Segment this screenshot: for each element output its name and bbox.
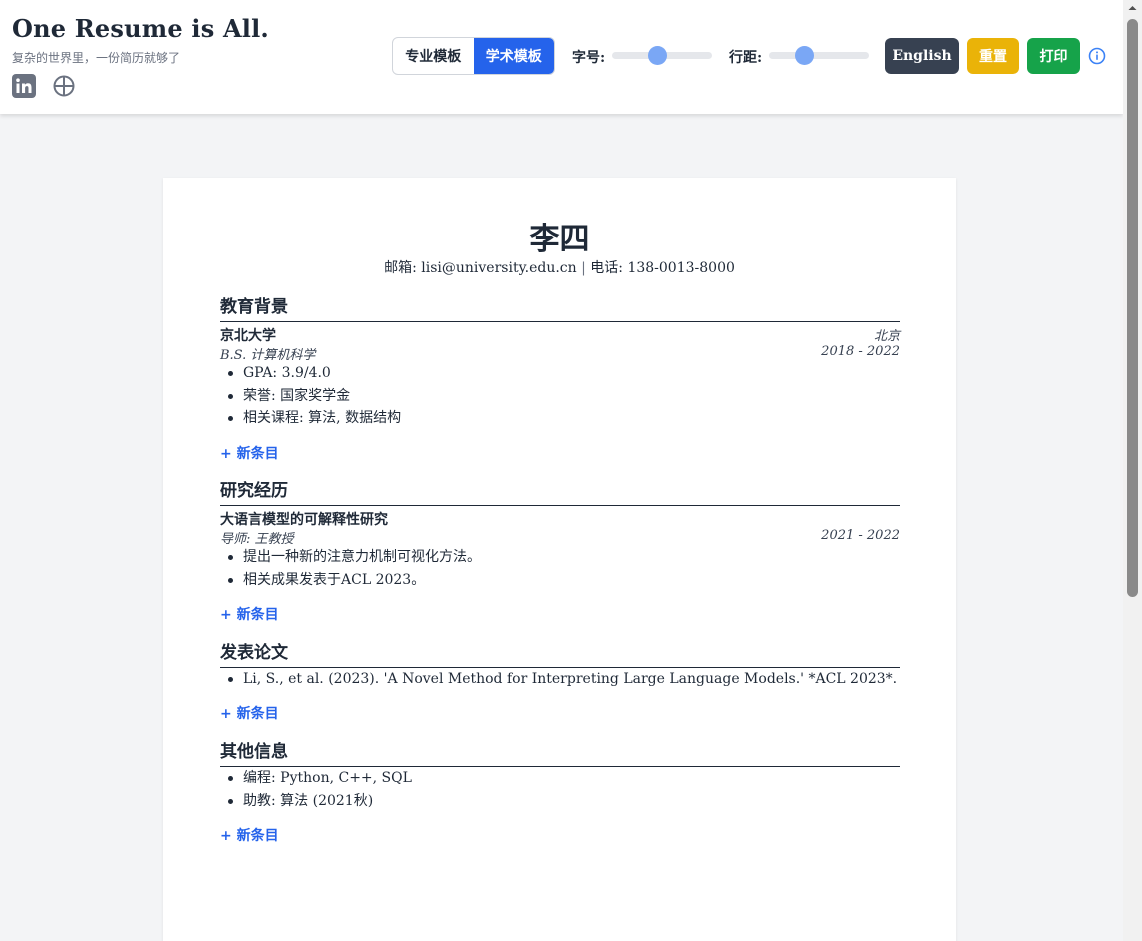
scrollbar[interactable]	[1123, 0, 1142, 941]
school-location[interactable]: 北京	[874, 325, 900, 345]
email-value[interactable]: lisi@university.edu.cn	[421, 260, 576, 276]
education-entry-subheader: B.S. 计算机科学 2018 - 2022	[220, 344, 900, 363]
add-other-entry-button[interactable]: + 新条目	[220, 825, 279, 845]
contact-separator: |	[581, 260, 586, 276]
print-button[interactable]: 打印	[1027, 38, 1080, 74]
research-entry-header: 大语言模型的可解释性研究	[220, 509, 900, 529]
research-project-title[interactable]: 大语言模型的可解释性研究	[220, 509, 388, 529]
research-bullets: 提出一种新的注意力机制可视化方法。 相关成果发表于ACL 2023。	[228, 546, 903, 592]
phone-label: 电话:	[590, 260, 623, 276]
app-title: One Resume is All.	[12, 14, 269, 43]
list-item[interactable]: 相关课程: 算法, 数据结构	[228, 407, 903, 430]
scrollbar-thumb[interactable]	[1127, 19, 1138, 597]
font-size-slider[interactable]	[612, 46, 712, 65]
info-icon[interactable]	[1088, 47, 1106, 65]
list-item[interactable]: 相关成果发表于ACL 2023。	[228, 569, 903, 592]
degree[interactable]: B.S. 计算机科学	[220, 344, 315, 363]
email-label: 邮箱:	[384, 260, 417, 276]
research-dates[interactable]: 2021 - 2022	[821, 528, 900, 547]
line-height-label: 行距:	[729, 50, 763, 66]
education-dates[interactable]: 2018 - 2022	[821, 344, 900, 363]
line-height-slider[interactable]	[769, 46, 869, 65]
add-research-entry-button[interactable]: + 新条目	[220, 604, 279, 624]
line-height-slider-thumb[interactable]	[795, 46, 814, 65]
research-advisor[interactable]: 导师: 王教授	[220, 528, 294, 547]
font-size-slider-thumb[interactable]	[648, 46, 667, 65]
education-bullets: GPA: 3.9/4.0 荣誉: 国家奖学金 相关课程: 算法, 数据结构	[228, 362, 903, 430]
school-name[interactable]: 京北大学	[220, 325, 276, 345]
template-professional-button[interactable]: 专业模板	[393, 38, 474, 74]
template-academic-button[interactable]: 学术模板	[473, 38, 554, 74]
language-toggle-button[interactable]: English	[885, 38, 959, 74]
website-icon[interactable]	[52, 74, 76, 98]
section-title-research[interactable]: 研究经历	[220, 476, 900, 506]
section-title-publications[interactable]: 发表论文	[220, 638, 900, 668]
list-item[interactable]: 助教: 算法 (2021秋)	[228, 790, 903, 813]
resume-page: 李四 邮箱: lisi@university.edu.cn | 电话: 138-…	[163, 178, 956, 941]
resume-contact: 邮箱: lisi@university.edu.cn | 电话: 138-001…	[163, 257, 956, 277]
linkedin-icon[interactable]	[12, 74, 36, 98]
top-toolbar: One Resume is All. 复杂的世界里，一份简历就够了 专业模板 学…	[0, 0, 1123, 114]
font-size-label: 字号:	[572, 50, 606, 66]
add-publication-entry-button[interactable]: + 新条目	[220, 703, 279, 723]
list-item[interactable]: 编程: Python, C++, SQL	[228, 767, 903, 790]
other-bullets: 编程: Python, C++, SQL 助教: 算法 (2021秋)	[228, 767, 903, 813]
publication-bullets: Li, S., et al. (2023). 'A Novel Method f…	[228, 668, 903, 691]
list-item[interactable]: GPA: 3.9/4.0	[228, 362, 903, 385]
list-item[interactable]: Li, S., et al. (2023). 'A Novel Method f…	[228, 668, 903, 691]
template-switcher: 专业模板 学术模板	[392, 37, 555, 75]
resume-name[interactable]: 李四	[163, 214, 956, 258]
add-education-entry-button[interactable]: + 新条目	[220, 443, 279, 463]
list-item[interactable]: 提出一种新的注意力机制可视化方法。	[228, 546, 903, 569]
list-item[interactable]: 荣誉: 国家奖学金	[228, 385, 903, 408]
app-subtitle: 复杂的世界里，一份简历就够了	[12, 51, 181, 65]
reset-button[interactable]: 重置	[967, 38, 1019, 74]
section-title-education[interactable]: 教育背景	[220, 292, 900, 322]
section-title-other[interactable]: 其他信息	[220, 737, 900, 767]
scroll-up-arrow-icon[interactable]	[1123, 0, 1142, 16]
research-entry-subheader: 导师: 王教授 2021 - 2022	[220, 528, 900, 547]
phone-value[interactable]: 138-0013-8000	[627, 260, 734, 276]
education-entry-header: 京北大学 北京	[220, 325, 900, 345]
